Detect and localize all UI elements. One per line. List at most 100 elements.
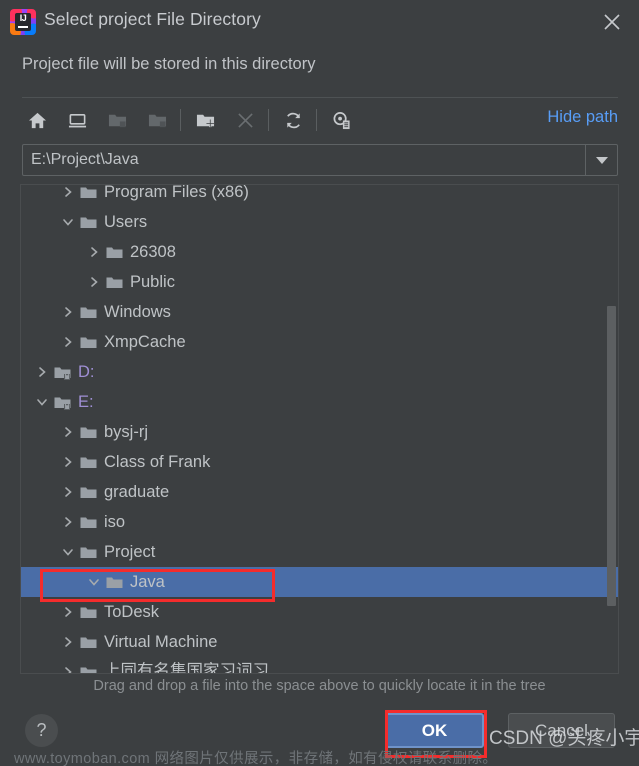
tree-row-label: graduate (104, 482, 170, 501)
folder-icon (77, 185, 99, 207)
chevron-right-icon[interactable] (59, 477, 77, 507)
folder-icon (77, 327, 99, 357)
chevron-right-icon[interactable] (59, 657, 77, 673)
chevron-down-icon[interactable] (85, 567, 103, 597)
drag-drop-hint: Drag and drop a file into the space abov… (93, 678, 546, 694)
tree-row[interactable]: Users (21, 207, 618, 237)
chevron-right-icon[interactable] (59, 597, 77, 627)
tree-row[interactable]: Virtual Machine (21, 627, 618, 657)
tree-row[interactable]: 26308 (21, 237, 618, 267)
folder-icon (77, 657, 99, 673)
chevron-down-icon[interactable] (585, 145, 617, 175)
tree-row-label: Users (104, 212, 148, 231)
tree-row-label: XmpCache (104, 332, 186, 351)
chevron-right-icon[interactable] (85, 237, 103, 267)
tree-row-label: ToDesk (104, 602, 160, 621)
new-folder-icon[interactable] (190, 105, 220, 135)
chevron-right-icon[interactable] (59, 185, 77, 207)
drive-locked-icon (51, 357, 73, 387)
tree-row[interactable]: Class of Frank (21, 447, 618, 477)
desktop-icon[interactable] (62, 105, 92, 135)
tree-row[interactable]: 上同有名集国家习词习 (21, 657, 618, 673)
tree-row-label: 上同有名集国家习词习 (104, 662, 269, 673)
tree-scrollbar-thumb[interactable] (607, 306, 616, 606)
folder-icon (103, 237, 125, 267)
folder-icon (77, 297, 99, 327)
dialog-subtitle: Project file will be stored in this dire… (22, 55, 316, 73)
tree-scrollbar[interactable] (606, 185, 617, 673)
chevron-right-icon[interactable] (59, 327, 77, 357)
tree-row-list: Program Files (x86) Users 26308 Public Windo… (21, 184, 618, 673)
tree-row[interactable]: bysj-rj (21, 417, 618, 447)
close-icon[interactable] (593, 6, 631, 38)
tree-row-label: iso (104, 512, 126, 531)
tree-row[interactable]: D: (21, 357, 618, 387)
tree-row-label: Project (104, 542, 156, 561)
delete-icon (230, 105, 260, 135)
title-bar: IJ Select project File Directory (0, 0, 639, 44)
tree-row[interactable]: Public (21, 267, 618, 297)
tree-row-label: Public (130, 272, 175, 291)
toolbar-separator (180, 109, 181, 131)
tree-row[interactable]: ToDesk (21, 597, 618, 627)
ok-button[interactable]: OK (385, 713, 484, 748)
tree-row-label: E: (78, 392, 94, 411)
path-input[interactable]: E:\Project\Java (23, 145, 585, 175)
select-directory-dialog: IJ Select project File Directory Project… (0, 0, 639, 766)
watermark-toymoban: www.toymoban.com 网络图片仅供展示，非存储，如有侵权请联系删除。 (14, 751, 498, 766)
path-input-wrapper: E:\Project\Java (22, 144, 618, 176)
page-title: Select project File Directory (44, 9, 261, 29)
refresh-icon[interactable] (278, 105, 308, 135)
tree-row[interactable]: E: (21, 387, 618, 417)
chevron-right-icon[interactable] (85, 267, 103, 297)
tree-row-label: 26308 (130, 242, 176, 261)
folder-icon (103, 267, 125, 297)
tree-row-selected[interactable]: Java (21, 567, 618, 597)
chevron-right-icon[interactable] (59, 507, 77, 537)
cancel-button[interactable]: Cancel (508, 713, 615, 748)
chevron-down-icon[interactable] (59, 207, 77, 237)
chevron-right-icon[interactable] (59, 417, 77, 447)
tree-row-label: Java (130, 572, 165, 591)
tree-row[interactable]: Windows (21, 297, 618, 327)
folder-icon (77, 537, 99, 567)
tree-row[interactable]: Program Files (x86) (21, 184, 618, 207)
tree-row-label: bysj-rj (104, 422, 148, 441)
show-hidden-icon[interactable] (326, 105, 356, 135)
folder-icon (77, 507, 99, 537)
tree-row-label: Windows (104, 302, 171, 321)
header-divider (22, 97, 618, 98)
tree-row[interactable]: graduate (21, 477, 618, 507)
toolbar-separator-2 (268, 109, 269, 131)
folder-back-icon (142, 105, 172, 135)
drive-locked-icon (51, 387, 73, 417)
chevron-right-icon[interactable] (59, 447, 77, 477)
directory-tree[interactable]: Program Files (x86) Users 26308 Public Windo… (20, 184, 619, 674)
folder-icon (77, 477, 99, 507)
hide-path-link[interactable]: Hide path (547, 108, 618, 127)
help-button[interactable]: ? (25, 714, 58, 747)
tree-row[interactable]: XmpCache (21, 327, 618, 357)
home-icon[interactable] (22, 105, 52, 135)
intellij-idea-logo: IJ (10, 9, 36, 35)
folder-icon (77, 207, 99, 237)
folder-icon (77, 447, 99, 477)
chevron-right-icon[interactable] (59, 297, 77, 327)
folder-up-icon (102, 105, 132, 135)
chevron-right-icon[interactable] (33, 357, 51, 387)
tree-row-label: Program Files (x86) (104, 184, 249, 201)
tree-row-label: Class of Frank (104, 452, 211, 471)
folder-icon (77, 597, 99, 627)
folder-icon (77, 627, 99, 657)
tree-row[interactable]: iso (21, 507, 618, 537)
toolbar: Hide path (22, 102, 618, 138)
tree-row[interactable]: Project (21, 537, 618, 567)
chevron-right-icon[interactable] (59, 627, 77, 657)
folder-icon (77, 417, 99, 447)
toolbar-separator-3 (316, 109, 317, 131)
tree-row-label: Virtual Machine (104, 632, 218, 651)
chevron-down-icon[interactable] (33, 387, 51, 417)
folder-icon (103, 567, 125, 597)
chevron-down-icon[interactable] (59, 537, 77, 567)
tree-row-label: D: (78, 362, 95, 381)
